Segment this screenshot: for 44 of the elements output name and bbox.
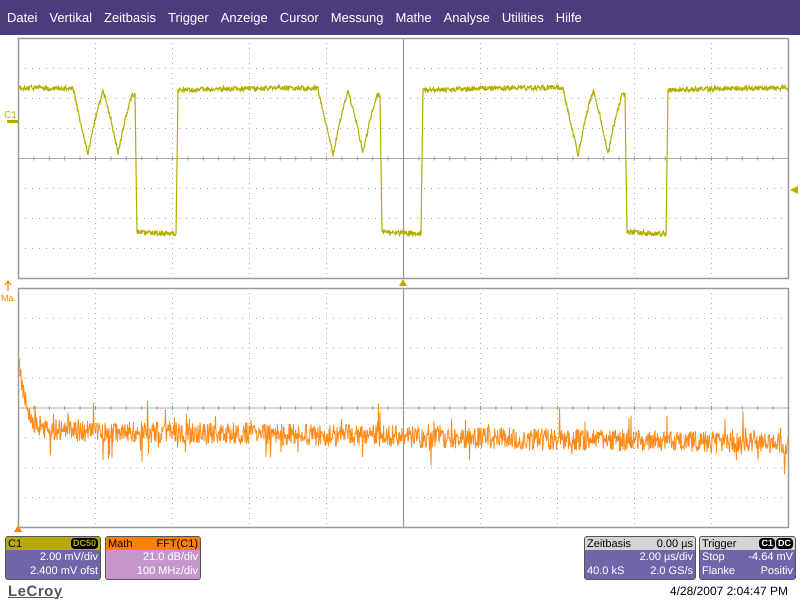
horizontal-scale: 100 MHz/div [136, 564, 198, 578]
menu-item[interactable]: Anzeige [220, 10, 274, 25]
vertical-scale: 21.0 dB/div [142, 550, 198, 564]
math-function: FFT(C1) [156, 538, 198, 550]
math-position-icon [14, 525, 22, 532]
offset-marker-icon [7, 120, 18, 123]
menu-item[interactable]: Vertikal [49, 10, 98, 25]
menu-item[interactable]: Mathe [395, 10, 438, 25]
timebase-panel[interactable]: Zeitbasis 0.00 µs 2.00 µs/div 40.0 kS 2.0 GS/s [584, 536, 696, 580]
logo: LeCroy [8, 582, 63, 600]
source-badge: C1 [759, 538, 775, 549]
trigger-title: Trigger [702, 538, 736, 550]
menu-item[interactable]: Zeitbasis [104, 10, 162, 25]
trigger-mode: Stop [702, 550, 725, 564]
menu-item[interactable]: Cursor [280, 10, 325, 25]
slope-value: Positiv [760, 564, 793, 578]
offset-value: 2.400 mV ofst [30, 564, 98, 578]
coupling-badge: DC50 [70, 538, 98, 549]
menu-item[interactable]: Messung [330, 10, 390, 25]
channel-panel[interactable]: C1 DC50 2.00 mV/div 2.400 mV ofst [5, 536, 101, 580]
math-name: Math [108, 538, 132, 550]
menu-item[interactable]: Hilfe [556, 10, 588, 25]
timebase-title: Zeitbasis [587, 538, 632, 550]
sample-count: 40.0 kS [587, 564, 624, 578]
channel-label: C1 [4, 110, 17, 121]
channel-name: C1 [8, 538, 22, 550]
delay-value: 0.00 µs [656, 538, 693, 550]
time-per-div: 2.00 µs/div [640, 550, 693, 564]
math-panel[interactable]: Math FFT(C1) 21.0 dB/div 100 MHz/div [105, 536, 201, 580]
timestamp: 4/28/2007 2:04:47 PM [670, 584, 788, 598]
menu-item[interactable]: Trigger [168, 10, 215, 25]
trigger-level-icon [790, 186, 798, 194]
slope-label: Flanke [702, 564, 736, 578]
coupling-badge: DC [776, 538, 793, 549]
menu-item[interactable]: Utilities [502, 10, 550, 25]
trigger-position-icon [399, 279, 407, 286]
menu-item[interactable]: Analyse [444, 10, 496, 25]
menu-item[interactable]: Datei [7, 10, 44, 25]
trigger-level: -4.64 mV [748, 550, 793, 564]
trigger-panel[interactable]: Trigger C1 DC Stop -4.64 mV Flanke Positiv [699, 536, 796, 580]
up-arrow-icon [4, 280, 12, 292]
sample-rate: 2.0 GS/s [650, 564, 693, 578]
volts-per-div: 2.00 mV/div [40, 550, 98, 564]
math-label: Ma. [1, 293, 16, 303]
